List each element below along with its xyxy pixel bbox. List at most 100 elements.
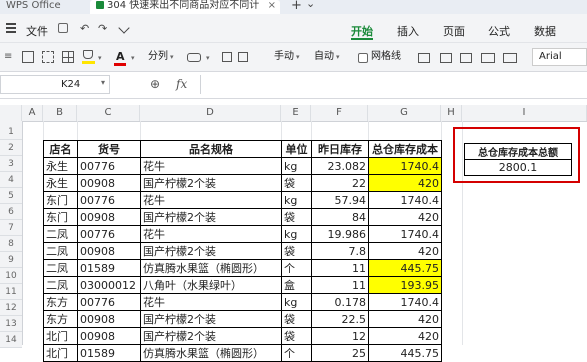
cell-unit[interactable]: kg <box>281 225 312 243</box>
border-icon[interactable] <box>22 51 34 63</box>
column-header-b[interactable]: B <box>43 105 77 121</box>
cell-stock[interactable]: 0.178 <box>311 293 369 311</box>
font-color-dropdown-icon[interactable]: ▾ <box>131 54 135 62</box>
cell-item-no[interactable]: 00908 <box>77 208 141 226</box>
cell-cost[interactable]: 420 <box>368 208 442 226</box>
row-header[interactable]: 13 <box>0 316 22 332</box>
cell-cost[interactable]: 420 <box>368 242 442 260</box>
more-chevron-icon[interactable] <box>118 22 130 34</box>
column-header-h[interactable]: H <box>441 105 462 121</box>
cell-unit[interactable]: kg <box>281 191 312 209</box>
freeze-icon[interactable] <box>440 53 452 63</box>
cell-store[interactable]: 北门 <box>43 327 78 345</box>
cell-cost[interactable]: 420 <box>368 174 442 192</box>
row-header[interactable]: 11 <box>0 284 22 300</box>
row-header[interactable]: 10 <box>0 268 22 284</box>
row-header[interactable]: 9 <box>0 252 22 268</box>
cell-product[interactable]: 仿真腾水果篮（椭圆形） <box>140 344 282 362</box>
cell-product[interactable]: 仿真腾水果篮（椭圆形） <box>140 259 282 277</box>
cell-store[interactable]: 北门 <box>43 344 78 362</box>
cell-store[interactable]: 东方 <box>43 310 78 328</box>
tab-wps-office[interactable]: WPS Office <box>0 0 88 14</box>
tab-document[interactable]: 304 快速来出不同商品对应不同计 × <box>90 0 280 14</box>
cell-cost[interactable]: 420 <box>368 327 442 345</box>
column-header-f[interactable]: F <box>311 105 368 121</box>
cell-item-no[interactable]: 01589 <box>77 259 141 277</box>
cell-stock[interactable]: 84 <box>311 208 369 226</box>
cell-product[interactable]: 国产柠檬2个装 <box>140 174 282 192</box>
cell-product[interactable]: 花牛 <box>140 191 282 209</box>
fill-color-dropdown-icon[interactable]: ▾ <box>98 54 102 62</box>
cell-unit[interactable]: 盒 <box>281 276 312 294</box>
file-menu[interactable]: 文件 <box>26 23 48 39</box>
cell-store[interactable]: 二凤 <box>43 225 78 243</box>
cell-unit[interactable]: kg <box>281 293 312 311</box>
cell-store[interactable]: 东门 <box>43 208 78 226</box>
tab-insert[interactable]: 插入 <box>397 23 419 39</box>
row-header[interactable]: 14 <box>0 332 22 348</box>
manual-button[interactable]: 手动 ▾ <box>274 49 300 65</box>
cell-store[interactable]: 二凤 <box>43 276 78 294</box>
align-icon[interactable]: ≡ <box>4 49 12 65</box>
cell-product[interactable]: 花牛 <box>140 293 282 311</box>
cell-unit[interactable]: 袋 <box>281 310 312 328</box>
page-icon[interactable] <box>481 53 495 63</box>
cell-stock[interactable]: 11 <box>311 259 369 277</box>
header-yesterday-stock[interactable]: 昨日库存 <box>311 140 369 158</box>
cell-cost[interactable]: 445.75 <box>368 259 442 277</box>
cell-cost[interactable]: 193.95 <box>368 276 442 294</box>
cell-cost[interactable]: 1740.4 <box>368 225 442 243</box>
cell-store[interactable]: 东方 <box>43 293 78 311</box>
fx-button[interactable]: fx <box>176 77 187 91</box>
column-header-c[interactable]: C <box>77 105 140 121</box>
column-header-d[interactable]: D <box>140 105 281 121</box>
row-header[interactable]: 12 <box>0 300 22 316</box>
column-header-g[interactable]: G <box>368 105 441 121</box>
cell-unit[interactable]: kg <box>281 157 312 175</box>
cell-store[interactable]: 东门 <box>43 191 78 209</box>
cell-product[interactable]: 花牛 <box>140 157 282 175</box>
cell-item-no[interactable]: 00776 <box>77 157 141 175</box>
cell-item-no[interactable]: 01589 <box>77 344 141 362</box>
header-store[interactable]: 店名 <box>43 140 78 158</box>
row-header[interactable]: 1 <box>0 124 22 140</box>
cell-store[interactable]: 二凤 <box>43 259 78 277</box>
cell-item-no[interactable]: 00776 <box>77 191 141 209</box>
gridlines-checkbox[interactable] <box>358 53 368 63</box>
cell-cost[interactable]: 1740.4 <box>368 157 442 175</box>
cell-store[interactable]: 永生 <box>43 157 78 175</box>
tab-data[interactable]: 数据 <box>534 23 556 39</box>
cell-stock[interactable]: 19.986 <box>311 225 369 243</box>
cell-stock[interactable]: 12 <box>311 327 369 345</box>
column-header-i[interactable]: I <box>462 105 587 121</box>
cell-stock[interactable]: 22.5 <box>311 310 369 328</box>
grid-icon[interactable] <box>62 51 74 63</box>
header-item-no[interactable]: 货号 <box>77 140 141 158</box>
tab-list-chevron-icon[interactable]: ⌄ <box>306 0 315 10</box>
row-header[interactable]: 2 <box>0 140 22 156</box>
cell-item-no[interactable]: 00908 <box>77 327 141 345</box>
row-header[interactable]: 7 <box>0 220 22 236</box>
fill-color-icon[interactable] <box>83 50 93 59</box>
link-icon[interactable] <box>187 53 201 62</box>
row-header[interactable]: 5 <box>0 188 22 204</box>
name-box[interactable]: K24 ▾ <box>0 75 110 94</box>
wrap-text-icon[interactable] <box>222 52 232 62</box>
hamburger-menu-icon[interactable] <box>6 23 16 33</box>
summary-value[interactable]: 2800.1 <box>464 159 572 176</box>
cell-store[interactable]: 二凤 <box>43 242 78 260</box>
cell-product[interactable]: 八角叶（水果绿叶） <box>140 276 282 294</box>
column-header-a[interactable]: A <box>22 105 43 121</box>
cell-product[interactable]: 国产柠檬2个装 <box>140 242 282 260</box>
cell-stock[interactable]: 57.94 <box>311 191 369 209</box>
cell-unit[interactable]: 袋 <box>281 208 312 226</box>
cell-product[interactable]: 国产柠檬2个装 <box>140 208 282 226</box>
zoom-icon[interactable]: ⊕ <box>150 77 160 91</box>
cell-unit[interactable]: 袋 <box>281 242 312 260</box>
cell-product[interactable]: 花牛 <box>140 225 282 243</box>
cell-unit[interactable]: 袋 <box>281 327 312 345</box>
merge-icon[interactable] <box>238 52 248 62</box>
row-header[interactable]: 4 <box>0 172 22 188</box>
header-product[interactable]: 品名规格 <box>140 140 282 158</box>
cell-item-no[interactable]: 00908 <box>77 242 141 260</box>
